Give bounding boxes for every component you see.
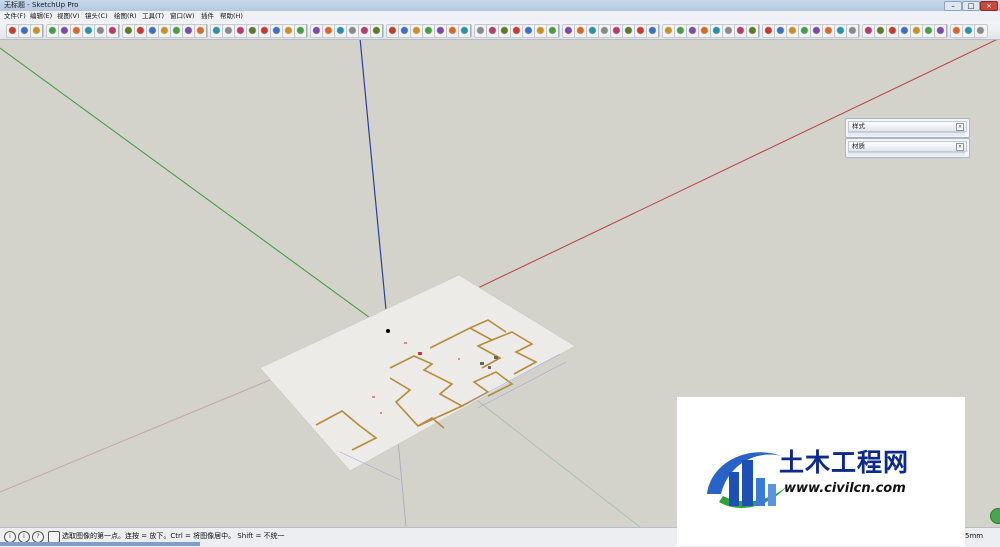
menu-file[interactable]: 文件(F) — [4, 12, 26, 21]
menu-camera[interactable]: 镜头(C) — [85, 12, 108, 21]
toolbar-separator — [42, 24, 43, 37]
toolbar-separator — [758, 24, 759, 37]
styles-tray-body — [848, 132, 965, 136]
menu-help[interactable]: 帮助(H) — [220, 12, 243, 21]
styles-tray-header[interactable]: 样式 × — [848, 121, 967, 132]
toolbar-separator — [118, 24, 119, 37]
maximize-button[interactable]: □ — [962, 1, 980, 11]
toolbar-separator — [382, 24, 383, 37]
menu-tools[interactable]: 工具(T) — [142, 12, 164, 21]
menu-window[interactable]: 窗口(W) — [170, 12, 195, 21]
toolbar-separator — [658, 24, 659, 37]
menu-plugins[interactable]: 插件 — [201, 12, 214, 21]
main-toolbar — [0, 22, 1000, 40]
styles-tray[interactable]: 样式 × — [845, 118, 970, 138]
floor-plan-image[interactable] — [259, 274, 576, 481]
status-text: 选取图像的第一点。连按 = 放下。Ctrl = 将图像居中。 Shift = 不… — [62, 532, 285, 540]
green-axis — [0, 47, 389, 332]
toolbar-separator — [946, 24, 947, 37]
materials-tray[interactable]: 材质 × — [845, 138, 970, 158]
minimize-button[interactable]: – — [944, 1, 962, 11]
materials-tray-label: 材质 — [852, 142, 865, 150]
watermark-overlay: 土木工程网 www.civilcn.com — [677, 397, 965, 546]
window-title: 无标题 - SketchUp Pro — [4, 1, 79, 9]
measurements-box[interactable]: 5mm — [965, 532, 983, 541]
menu-view[interactable]: 视图(V) — [57, 12, 80, 21]
menu-edit[interactable]: 编辑(E) — [30, 12, 52, 21]
styles-tray-close-icon[interactable]: × — [956, 123, 964, 131]
blue-axis — [359, 40, 389, 332]
corner-badge-icon — [990, 508, 1000, 524]
toolbar-separator — [558, 24, 559, 37]
toolbar-separator — [306, 24, 307, 37]
materials-tray-close-icon[interactable]: × — [956, 143, 964, 151]
materials-tray-header[interactable]: 材质 × — [848, 141, 967, 152]
toolbar-separator — [858, 24, 859, 37]
toolbar-separator — [206, 24, 207, 37]
origin-point — [386, 329, 390, 333]
watermark-title: 土木工程网 — [779, 448, 910, 477]
toolbar-separator — [470, 24, 471, 37]
watermark-url: www.civilcn.com — [784, 481, 906, 496]
materials-tray-body — [848, 152, 965, 156]
taskbar-strip — [0, 542, 200, 546]
menu-draw[interactable]: 绘图(R) — [114, 12, 137, 21]
civilcn-logo-icon — [707, 452, 789, 508]
red-axis — [387, 40, 997, 332]
styles-tray-label: 样式 — [852, 122, 865, 130]
close-button[interactable]: × — [980, 1, 998, 11]
outer-shell-tool-icon[interactable] — [974, 24, 988, 38]
